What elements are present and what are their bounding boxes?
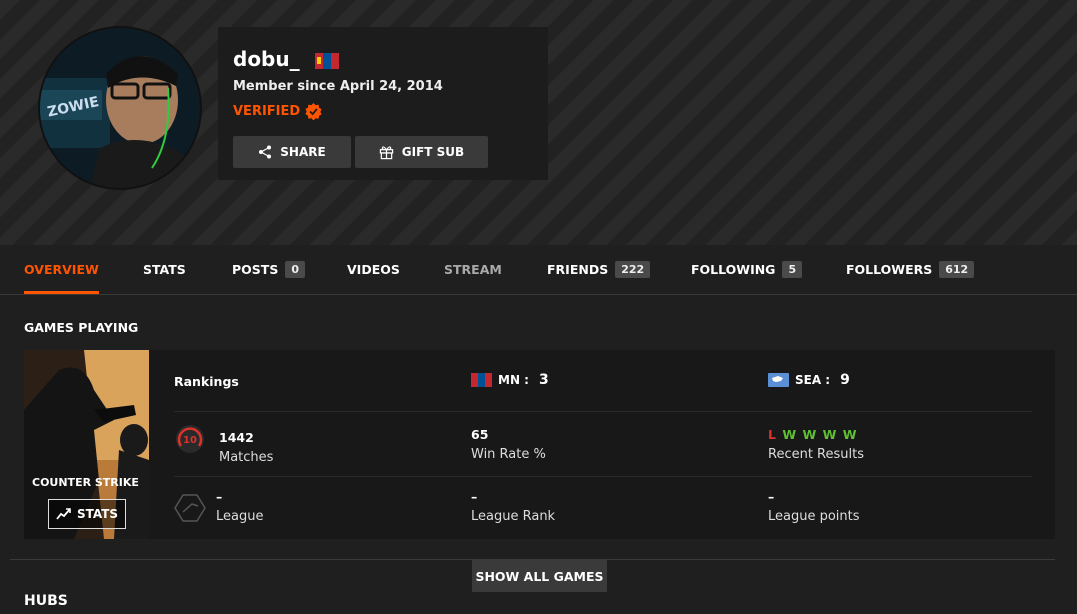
game-cover[interactable]: COUNTER STRIKE STATS: [24, 350, 149, 539]
league-rank-label: League Rank: [471, 509, 556, 524]
result-item: W: [802, 427, 818, 442]
region-label: SEA :: [795, 373, 831, 387]
mongolia-flag-icon: [471, 373, 492, 387]
verified-badge: VERIFIED: [233, 103, 322, 120]
gift-icon: [379, 145, 393, 159]
game-cover-title: COUNTER STRIKE: [32, 476, 139, 489]
region-rank-value: 9: [840, 372, 850, 388]
league-value: –: [216, 489, 223, 504]
game-stats-button[interactable]: STATS: [48, 499, 126, 529]
region-ranking[interactable]: SEA : 9: [768, 372, 850, 388]
avatar: ZOWIE: [40, 28, 200, 188]
win-rate-stat: 65 Win Rate %: [471, 427, 546, 462]
tab-followers[interactable]: FOLLOWERS 612: [846, 245, 975, 294]
trend-chart-icon: [56, 508, 71, 520]
tab-stream[interactable]: STREAM: [444, 245, 502, 294]
win-rate-value: 65: [471, 427, 489, 442]
tab-posts[interactable]: POSTS 0: [232, 245, 305, 294]
tab-label: VIDEOS: [347, 262, 400, 277]
share-icon: [259, 145, 272, 159]
matches-stat: 1442 Matches: [219, 430, 273, 465]
matches-value: 1442: [219, 430, 254, 445]
league-label: League: [216, 509, 264, 524]
game-panel: COUNTER STRIKE STATS Rankings MN : 3 SEA…: [24, 350, 1055, 539]
tab-label: STATS: [143, 262, 186, 277]
league-stat: – League: [216, 489, 263, 524]
member-since: Member since April 24, 2014: [233, 79, 443, 94]
mongolia-flag-icon: [314, 52, 339, 69]
posts-count-badge: 0: [285, 261, 305, 278]
hubs-title: HUBS: [24, 593, 68, 609]
tab-label: POSTS: [232, 262, 279, 277]
share-button[interactable]: SHARE: [233, 136, 351, 168]
tab-friends[interactable]: FRIENDS 222: [547, 245, 651, 294]
recent-results-stat: L W W W W Recent Results: [768, 427, 864, 462]
result-item: W: [842, 427, 858, 442]
tab-following[interactable]: FOLLOWING 5: [691, 245, 803, 294]
sea-region-icon: [768, 373, 789, 387]
league-points-value: –: [768, 489, 775, 504]
tab-label: FRIENDS: [547, 262, 609, 277]
tab-overview[interactable]: OVERVIEW: [24, 245, 99, 294]
country-rank-value: 3: [538, 372, 549, 388]
verified-check-icon: [305, 103, 322, 120]
tab-label: FOLLOWERS: [846, 262, 933, 277]
result-item: W: [822, 427, 838, 442]
share-label: SHARE: [280, 145, 326, 159]
verified-label: VERIFIED: [233, 104, 301, 119]
games-playing-title: GAMES PLAYING: [24, 320, 139, 335]
tab-label: OVERVIEW: [24, 262, 99, 277]
stats-button-label: STATS: [76, 507, 119, 521]
league-icon: [174, 494, 206, 522]
result-item: L: [768, 427, 777, 442]
skill-level-icon: 10: [176, 425, 204, 453]
recent-results-values: L W W W W: [768, 427, 864, 442]
followers-count-badge: 612: [939, 261, 975, 278]
profile-tabs: OVERVIEW STATS POSTS 0 VIDEOS STREAM FRI…: [0, 245, 1077, 295]
result-item: W: [782, 427, 798, 442]
league-rank-stat: – League Rank: [471, 489, 555, 524]
rankings-label: Rankings: [174, 374, 239, 389]
country-region-label: MN :: [498, 373, 529, 387]
avatar-image: ZOWIE: [40, 28, 200, 188]
matches-label: Matches: [219, 450, 274, 465]
following-count-badge: 5: [782, 261, 803, 278]
tab-videos[interactable]: VIDEOS: [347, 245, 400, 294]
friends-count-badge: 222: [615, 261, 651, 278]
league-points-stat: – League points: [768, 489, 860, 524]
gift-sub-button[interactable]: GIFT SUB: [355, 136, 488, 168]
tab-label: FOLLOWING: [691, 262, 776, 277]
profile-card: dobu_ Member since April 24, 2014 VERIFI…: [218, 27, 548, 180]
recent-results-label: Recent Results: [768, 447, 865, 462]
league-rank-value: –: [471, 489, 478, 504]
tab-stats[interactable]: STATS: [143, 245, 186, 294]
country-ranking[interactable]: MN : 3: [471, 372, 549, 388]
gift-sub-label: GIFT SUB: [401, 145, 465, 159]
username: dobu_: [233, 47, 300, 71]
tab-label: STREAM: [444, 262, 502, 277]
show-all-games-button[interactable]: SHOW ALL GAMES: [472, 560, 607, 592]
skill-level-value: 10: [183, 435, 197, 446]
row-divider: [174, 476, 1032, 477]
win-rate-label: Win Rate %: [471, 447, 546, 462]
row-divider: [174, 411, 1032, 412]
username-row: dobu_: [233, 47, 339, 71]
league-points-label: League points: [768, 509, 860, 524]
